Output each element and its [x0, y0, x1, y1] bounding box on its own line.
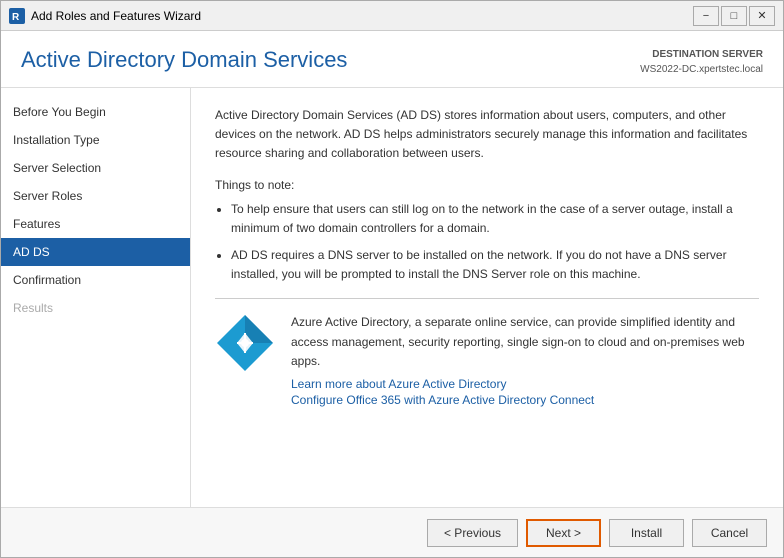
sidebar-item-server-selection[interactable]: Server Selection — [1, 154, 190, 182]
azure-ad-icon — [215, 313, 275, 373]
next-button[interactable]: Next > — [526, 519, 601, 547]
server-name: WS2022-DC.xpertstec.local — [640, 62, 763, 77]
sidebar: Before You Begin Installation Type Serve… — [1, 88, 191, 507]
svg-text:R: R — [12, 12, 20, 23]
bullet-item-2: AD DS requires a DNS server to be instal… — [231, 246, 759, 284]
page-title: Active Directory Domain Services — [21, 47, 347, 73]
content-area: Active Directory Domain Services (AD DS)… — [191, 88, 783, 507]
previous-button[interactable]: < Previous — [427, 519, 518, 547]
maximize-button[interactable]: □ — [721, 6, 747, 26]
footer: < Previous Next > Install Cancel — [1, 507, 783, 557]
things-to-note-label: Things to note: — [215, 178, 759, 192]
sidebar-item-ad-ds[interactable]: AD DS — [1, 238, 190, 266]
sidebar-item-installation-type[interactable]: Installation Type — [1, 126, 190, 154]
wizard-window: R Add Roles and Features Wizard − □ ✕ Ac… — [0, 0, 784, 558]
sidebar-item-features[interactable]: Features — [1, 210, 190, 238]
titlebar-title: Add Roles and Features Wizard — [31, 9, 201, 23]
minimize-button[interactable]: − — [693, 6, 719, 26]
sidebar-item-confirmation[interactable]: Confirmation — [1, 266, 190, 294]
azure-section: Azure Active Directory, a separate onlin… — [215, 313, 759, 409]
cancel-button[interactable]: Cancel — [692, 519, 767, 547]
titlebar: R Add Roles and Features Wizard − □ ✕ — [1, 1, 783, 31]
titlebar-left: R Add Roles and Features Wizard — [9, 8, 201, 24]
main-area: Before You Begin Installation Type Serve… — [1, 88, 783, 507]
azure-text: Azure Active Directory, a separate onlin… — [291, 313, 759, 409]
server-label: DESTINATION SERVER — [640, 47, 763, 62]
azure-link-1[interactable]: Learn more about Azure Active Directory — [291, 377, 759, 391]
bullet-list: To help ensure that users can still log … — [231, 200, 759, 285]
azure-description: Azure Active Directory, a separate onlin… — [291, 313, 759, 371]
install-button[interactable]: Install — [609, 519, 684, 547]
intro-text: Active Directory Domain Services (AD DS)… — [215, 106, 759, 164]
close-button[interactable]: ✕ — [749, 6, 775, 26]
header: Active Directory Domain Services DESTINA… — [1, 31, 783, 88]
bullet-item-1: To help ensure that users can still log … — [231, 200, 759, 238]
sidebar-item-before-you-begin[interactable]: Before You Begin — [1, 98, 190, 126]
sidebar-item-results: Results — [1, 294, 190, 322]
titlebar-controls: − □ ✕ — [693, 6, 775, 26]
divider — [215, 298, 759, 299]
app-icon: R — [9, 8, 25, 24]
azure-link-2[interactable]: Configure Office 365 with Azure Active D… — [291, 393, 759, 407]
sidebar-item-server-roles[interactable]: Server Roles — [1, 182, 190, 210]
server-info: DESTINATION SERVER WS2022-DC.xpertstec.l… — [640, 47, 763, 77]
